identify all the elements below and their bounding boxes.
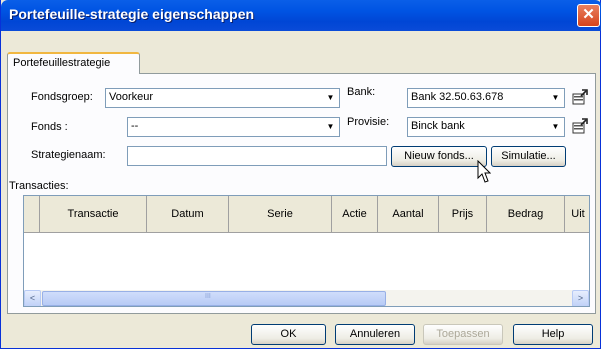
title-bar[interactable]: Portefeuille-strategie eigenschappen ✕ — [1, 0, 601, 31]
bank-combo[interactable]: Bank 32.50.63.678 ▼ — [407, 88, 565, 108]
chevron-down-icon[interactable]: ▼ — [548, 90, 563, 106]
provisie-combo[interactable]: Binck bank ▼ — [407, 117, 565, 137]
ok-button[interactable]: OK — [251, 324, 326, 345]
chevron-down-icon[interactable]: ▼ — [323, 90, 338, 106]
ok-label: OK — [280, 328, 297, 340]
help-button[interactable]: Help — [513, 324, 593, 345]
help-label: Help — [541, 328, 565, 340]
nieuw-fonds-label: Nieuw fonds... — [404, 150, 474, 162]
transacties-label: Transacties: — [9, 180, 69, 192]
nieuw-fonds-button[interactable]: Nieuw fonds... — [391, 146, 487, 167]
close-button[interactable]: ✕ — [577, 4, 600, 27]
scroll-thumb[interactable]: III — [42, 291, 386, 306]
column-header[interactable]: Aantal — [378, 196, 439, 233]
dialog-window: Portefeuille-strategie eigenschappen ✕ P… — [0, 0, 601, 349]
chevron-down-icon[interactable]: ▼ — [323, 119, 338, 135]
horizontal-scrollbar[interactable]: < III > — [24, 290, 589, 306]
column-header[interactable]: Uit — [565, 196, 589, 233]
scroll-left-button[interactable]: < — [24, 290, 41, 306]
provisie-value: Binck bank — [411, 120, 465, 132]
properties-icon[interactable] — [571, 118, 589, 135]
properties-icon[interactable] — [571, 89, 589, 106]
simulatie-button[interactable]: Simulatie... — [491, 146, 566, 167]
bank-label: Bank: — [347, 86, 376, 98]
column-header[interactable]: Datum — [147, 196, 229, 233]
cancel-button[interactable]: Annuleren — [335, 324, 415, 345]
chevron-down-icon[interactable]: ▼ — [548, 119, 563, 135]
grip-icon: III — [205, 293, 211, 300]
provisie-label: Provisie: — [347, 116, 390, 128]
fondsgroep-value: Voorkeur — [109, 91, 154, 103]
close-icon: ✕ — [582, 6, 595, 23]
strategienaam-input[interactable] — [127, 146, 387, 166]
transacties-table[interactable]: Transactie Datum Serie Actie Aantal Prij… — [23, 195, 590, 307]
arrow-right-icon: > — [577, 293, 584, 303]
column-header[interactable]: Prijs — [439, 196, 487, 233]
bank-value: Bank 32.50.63.678 — [411, 91, 504, 103]
column-header[interactable]: Serie — [229, 196, 332, 233]
fondsgroep-label: Fondsgroep: — [31, 91, 93, 103]
column-header[interactable]: Transactie — [40, 196, 147, 233]
column-header[interactable]: Bedrag — [487, 196, 565, 233]
column-header[interactable]: Actie — [332, 196, 378, 233]
strategienaam-label: Strategienaam: — [31, 149, 106, 161]
table-header: Transactie Datum Serie Actie Aantal Prij… — [24, 196, 589, 233]
cancel-label: Annuleren — [349, 328, 401, 340]
apply-label: Toepassen — [436, 328, 490, 340]
fonds-combo[interactable]: -- ▼ — [127, 117, 340, 137]
fonds-label: Fonds : — [31, 121, 68, 133]
fonds-value: -- — [131, 120, 139, 132]
mouse-cursor-icon — [477, 160, 491, 183]
tab-label: Portefeuillestrategie — [13, 57, 111, 69]
arrow-left-icon: < — [29, 293, 36, 303]
scroll-right-button[interactable]: > — [572, 290, 589, 306]
column-header[interactable] — [24, 196, 40, 233]
simulatie-label: Simulatie... — [501, 150, 556, 162]
fondsgroep-combo[interactable]: Voorkeur ▼ — [105, 88, 340, 108]
apply-button[interactable]: Toepassen — [423, 324, 503, 345]
window-title: Portefeuille-strategie eigenschappen — [9, 6, 255, 22]
tab-portefeuillestrategie[interactable]: Portefeuillestrategie — [7, 52, 140, 74]
